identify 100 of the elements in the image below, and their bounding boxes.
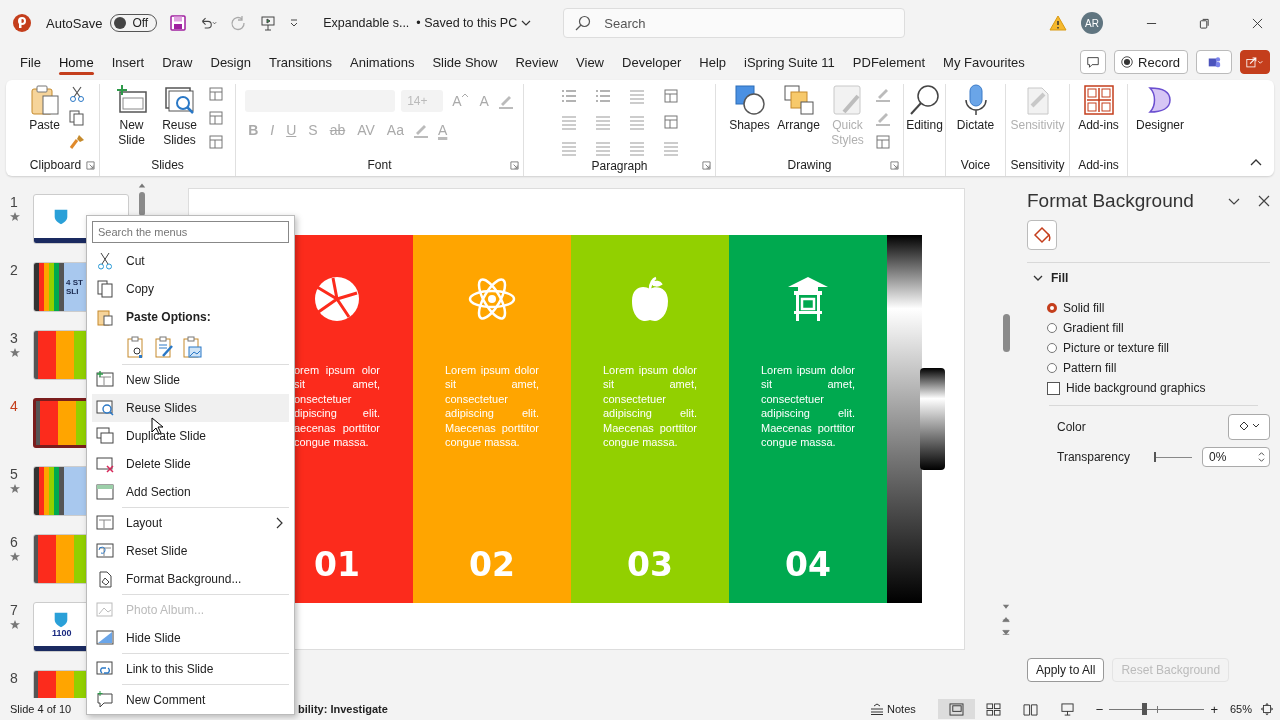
designer-button[interactable]: Designer (1132, 84, 1188, 133)
user-avatar[interactable]: AR (1081, 12, 1103, 34)
share-button[interactable] (1240, 50, 1270, 74)
ribbon-tab[interactable]: Review (506, 48, 568, 76)
menu-item[interactable]: Duplicate Slide (92, 422, 289, 450)
scroll-up-icon[interactable] (138, 182, 146, 188)
ribbon-tab[interactable]: Insert (102, 48, 154, 76)
layout-icon[interactable] (207, 86, 224, 102)
app-logo-icon[interactable] (12, 13, 32, 33)
reuse-slides-button[interactable]: Reuse Slides (157, 84, 202, 148)
arrange-button[interactable]: Arrange (776, 84, 821, 133)
ribbon-tab[interactable]: Slide Show (423, 48, 507, 76)
close-icon[interactable] (1252, 17, 1263, 29)
search-field[interactable]: Search (563, 8, 906, 38)
launcher-icon[interactable] (702, 161, 711, 170)
comment-icon[interactable] (1086, 55, 1101, 69)
chevron-icon[interactable] (1033, 273, 1043, 283)
ribbon-tab[interactable]: iSpring Suite 11 (735, 48, 844, 76)
document-title-button[interactable]: Expandable s... • Saved to this PC (323, 16, 532, 30)
copy-icon[interactable] (68, 110, 85, 126)
menu-item[interactable]: Add Section (92, 478, 289, 506)
ribbon-tab[interactable]: Design (201, 48, 260, 76)
paste-picture-icon[interactable] (182, 336, 202, 358)
teams-icon[interactable] (1207, 55, 1221, 69)
hide-graphics-checkbox[interactable]: Hide background graphics (1047, 381, 1270, 395)
comments-button[interactable] (1080, 50, 1107, 74)
text-direction-icon[interactable] (662, 88, 679, 104)
fill-section-header[interactable]: Fill (1027, 271, 1270, 285)
ribbon-tab[interactable]: Animations (341, 48, 424, 76)
ribbon-tab[interactable]: Home (49, 48, 103, 76)
present-icon[interactable] (259, 15, 278, 31)
ribbon-tab[interactable]: Developer (613, 48, 691, 76)
launcher-icon[interactable] (86, 161, 95, 170)
apply-to-all-button[interactable]: Apply to All (1027, 658, 1105, 682)
menu-item[interactable]: Format Background... (92, 565, 289, 593)
book-icon[interactable] (1022, 702, 1038, 716)
shapes-button[interactable]: Shapes (728, 84, 771, 133)
ribbon-tab[interactable]: Help (690, 48, 736, 76)
slider-thumb[interactable] (1141, 702, 1147, 715)
accessibility-status[interactable]: bility: Investigate (298, 703, 388, 715)
editing-button[interactable]: Editing (906, 84, 943, 133)
notes-button[interactable]: Notes (870, 703, 916, 715)
transparency-field[interactable]: 0% (1202, 447, 1270, 467)
share-icon[interactable] (1246, 55, 1264, 69)
menu-item[interactable]: Reuse Slides (92, 394, 289, 422)
menu-search-field[interactable]: Search the menus (92, 221, 289, 243)
ribbon-tab[interactable]: File (11, 48, 50, 76)
teams-button[interactable] (1196, 50, 1232, 74)
menu-item[interactable]: Link to this Slide (92, 655, 289, 683)
paint-bucket-icon[interactable] (1237, 419, 1261, 432)
menu-item[interactable]: Layout (92, 509, 289, 537)
fill-option-radio[interactable]: Solid fill (1047, 301, 1270, 315)
menu-item[interactable]: New Slide (92, 366, 289, 394)
launcher-icon[interactable] (890, 161, 899, 170)
close-icon[interactable] (1258, 195, 1270, 207)
collapse-ribbon-icon[interactable] (1250, 158, 1262, 166)
paste-text-icon[interactable] (126, 336, 146, 358)
ribbon-tab[interactable]: View (567, 48, 613, 76)
scrollbar-thumb[interactable] (139, 192, 145, 216)
fill-option-radio[interactable]: Gradient fill (1047, 321, 1270, 335)
reset-icon[interactable] (207, 110, 224, 126)
menu-item[interactable]: New Comment (92, 686, 289, 714)
notes-icon[interactable] (870, 703, 885, 715)
menu-item[interactable]: Delete Slide (92, 450, 289, 478)
undo-icon[interactable] (199, 15, 218, 31)
transparency-slider[interactable] (1154, 451, 1192, 463)
section-icon[interactable] (207, 134, 224, 150)
color-picker-button[interactable] (1228, 414, 1270, 440)
normal-view-button[interactable] (937, 699, 975, 719)
ribbon-tab[interactable]: Transitions (259, 48, 342, 76)
paste-formatting-icon[interactable] (154, 336, 174, 358)
format-painter-icon[interactable] (68, 134, 85, 150)
ribbon-tab[interactable]: Draw (153, 48, 202, 76)
normal-view-icon[interactable] (948, 702, 964, 716)
projector-icon[interactable] (1059, 702, 1075, 716)
record-icon[interactable] (1120, 55, 1135, 69)
paste-button[interactable]: Paste (26, 84, 63, 133)
restore-icon[interactable] (1199, 17, 1210, 29)
menu-item[interactable]: Reset Slide (92, 537, 289, 565)
zoom-slider[interactable]: − + (1095, 701, 1218, 717)
ribbon-tab[interactable]: My Favourites (934, 48, 1034, 76)
dictate-button[interactable]: Dictate (952, 84, 999, 133)
launcher-icon[interactable] (510, 161, 519, 170)
grid-icon[interactable] (985, 702, 1001, 716)
save-icon[interactable] (169, 15, 188, 31)
fill-option-radio[interactable]: Pattern fill (1047, 361, 1270, 375)
zoom-in-button[interactable]: + (1210, 701, 1218, 717)
cut-icon[interactable] (68, 86, 85, 102)
zoom-out-button[interactable]: − (1095, 701, 1104, 717)
ribbon-tab[interactable]: PDFelement (843, 48, 935, 76)
shape-effects-icon[interactable] (874, 134, 891, 150)
add-ins-button[interactable]: Add-ins (1074, 84, 1123, 133)
fill-option-radio[interactable]: Picture or texture fill (1047, 341, 1270, 355)
record-button[interactable]: Record (1114, 50, 1188, 74)
warning-icon[interactable] (1049, 15, 1067, 31)
caret-icon[interactable] (521, 18, 532, 28)
spinner-arrows-icon[interactable] (1258, 451, 1265, 463)
align-text-icon[interactable] (662, 114, 679, 130)
zoom-level[interactable]: 65% (1229, 703, 1252, 715)
fit-to-window-icon[interactable] (1260, 702, 1274, 716)
